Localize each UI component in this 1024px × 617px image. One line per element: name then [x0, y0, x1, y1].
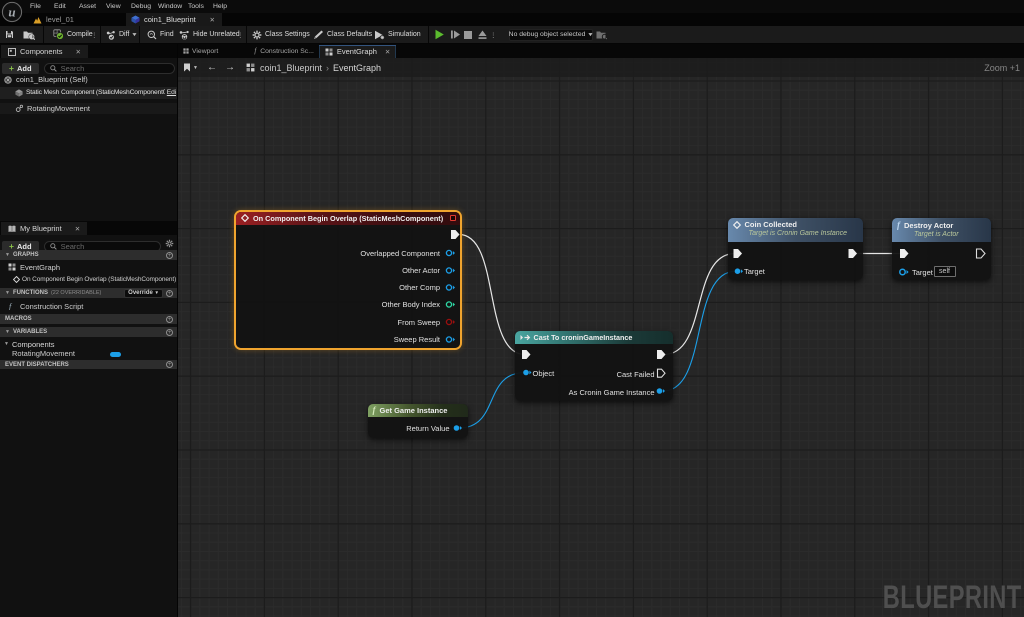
- svg-text:u: u: [8, 5, 15, 20]
- svg-text:f: f: [9, 302, 13, 310]
